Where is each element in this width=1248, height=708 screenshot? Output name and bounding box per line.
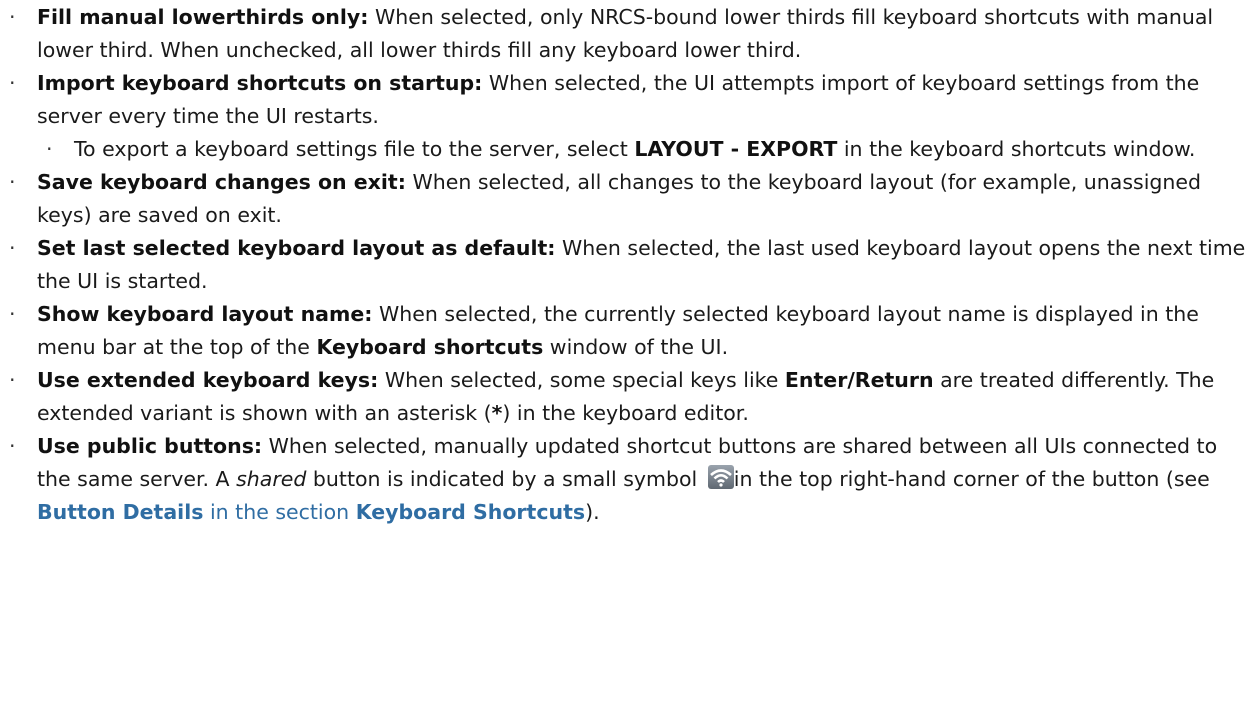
option-description-post: ). xyxy=(585,500,600,524)
bullet: · xyxy=(9,368,16,392)
wifi-broadcast-icon xyxy=(707,465,734,489)
sub-description-post: in the keyboard shortcuts window. xyxy=(837,137,1196,161)
option-description-post: window of the UI. xyxy=(543,335,729,359)
option-description-mid: button is indicated by a small symbol xyxy=(306,467,704,491)
option-description-post: ) in the keyboard editor. xyxy=(502,401,749,425)
menu-path: LAYOUT - EXPORT xyxy=(634,137,838,161)
bullet: · xyxy=(9,434,16,458)
keyboard-shortcuts-link-text[interactable]: Keyboard Shortcuts xyxy=(356,500,585,524)
sub-list-item-export-keyboard-settings: · To export a keyboard settings file to … xyxy=(0,133,1248,166)
asterisk-symbol: * xyxy=(491,401,503,425)
option-description-pre: When selected, some special keys like xyxy=(378,368,785,392)
list-item-import-keyboard-shortcuts: · Import keyboard shortcuts on startup: … xyxy=(0,67,1248,133)
key-name: Enter/Return xyxy=(784,368,934,392)
bullet: · xyxy=(46,137,53,161)
settings-description-list: · Fill manual lowerthirds only: When sel… xyxy=(0,0,1248,529)
bullet: · xyxy=(9,302,16,326)
list-item-show-layout-name: · Show keyboard layout name: When select… xyxy=(0,298,1248,364)
button-details-link[interactable]: Button Details xyxy=(37,500,203,524)
option-term: Set last selected keyboard layout as def… xyxy=(37,236,556,260)
list-item-use-extended-keys: · Use extended keyboard keys: When selec… xyxy=(0,364,1248,430)
keyboard-shortcuts-link[interactable]: Keyboard Shortcuts xyxy=(356,500,585,524)
sub-description-pre: To export a keyboard settings file to th… xyxy=(74,137,635,161)
option-term: Import keyboard shortcuts on startup: xyxy=(37,71,483,95)
option-term: Use extended keyboard keys: xyxy=(37,368,379,392)
link-between-text: in the section xyxy=(203,500,356,524)
option-term: Fill manual lowerthirds only: xyxy=(37,5,369,29)
option-term: Show keyboard layout name: xyxy=(37,302,373,326)
button-details-link-text[interactable]: Button Details xyxy=(37,500,203,524)
list-item-save-keyboard-changes: · Save keyboard changes on exit: When se… xyxy=(0,166,1248,232)
list-item-fill-manual-lowerthirds: · Fill manual lowerthirds only: When sel… xyxy=(0,1,1248,67)
option-description-mid2: in the top right-hand corner of the butt… xyxy=(733,467,1210,491)
bullet: · xyxy=(9,236,16,260)
list-item-use-public-buttons: · Use public buttons: When selected, man… xyxy=(0,430,1248,529)
option-term: Use public buttons: xyxy=(37,434,263,458)
option-term: Save keyboard changes on exit: xyxy=(37,170,406,194)
window-name: Keyboard shortcuts xyxy=(316,335,544,359)
list-item-set-last-layout-default: · Set last selected keyboard layout as d… xyxy=(0,232,1248,298)
bullet: · xyxy=(9,71,16,95)
bullet: · xyxy=(9,5,16,29)
bullet: · xyxy=(9,170,16,194)
emphasis-shared: shared xyxy=(236,467,307,491)
